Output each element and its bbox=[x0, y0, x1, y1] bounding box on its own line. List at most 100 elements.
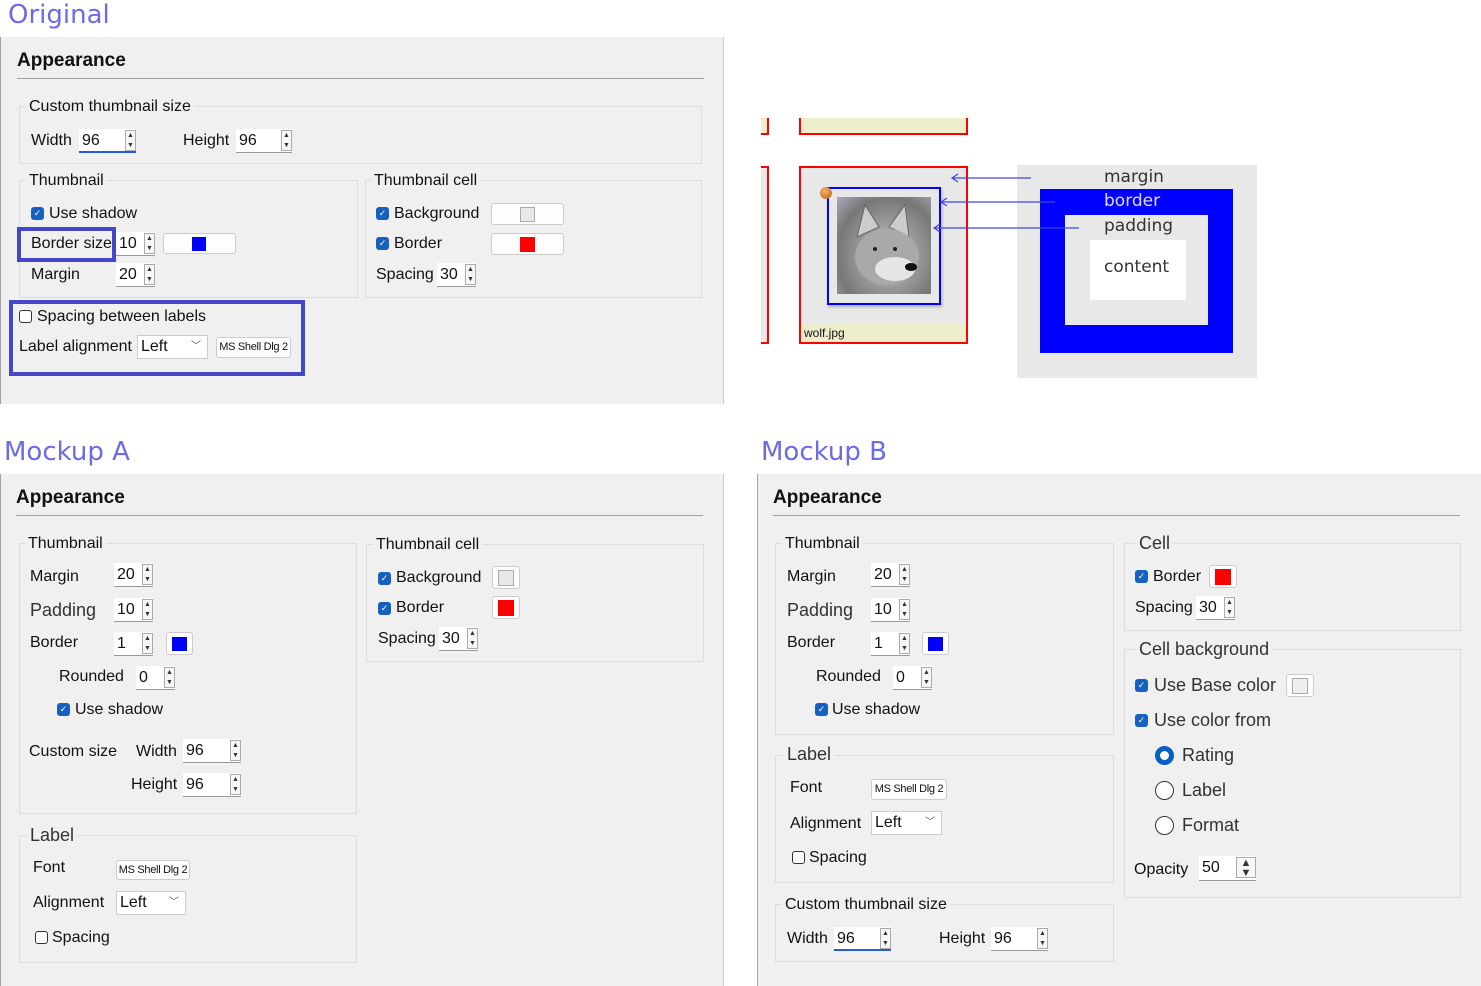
base-color-button[interactable] bbox=[1286, 674, 1314, 697]
divider bbox=[17, 78, 704, 79]
height-label: Height bbox=[131, 776, 178, 793]
neighbor-cell-left bbox=[761, 166, 769, 344]
spin-arrows[interactable]: ▲ ▼ bbox=[899, 599, 910, 620]
spacing-label: Spacing bbox=[809, 849, 867, 866]
border-label: Border bbox=[30, 634, 79, 651]
height-label: Height bbox=[939, 930, 986, 947]
use-color-from-checkbox[interactable]: ✓ bbox=[1135, 714, 1148, 727]
border-spinbox[interactable]: 1 ▲ ▼ bbox=[114, 632, 153, 656]
group-legend: Thumbnail bbox=[26, 172, 107, 190]
label-radio[interactable] bbox=[1155, 781, 1174, 800]
spin-arrows[interactable]: ▲ ▼ bbox=[281, 130, 292, 151]
font-button[interactable]: MS Shell Dlg 2 bbox=[216, 337, 291, 358]
background-color-button[interactable] bbox=[491, 203, 564, 225]
rating-radio[interactable] bbox=[1155, 746, 1174, 765]
font-button[interactable]: MS Shell Dlg 2 bbox=[116, 860, 190, 880]
spacing-between-labels-checkbox[interactable] bbox=[19, 310, 32, 323]
spin-arrows[interactable]: ▲ ▼ bbox=[144, 264, 155, 285]
background-checkbox[interactable]: ✓ bbox=[378, 572, 391, 585]
use-base-color-checkbox[interactable]: ✓ bbox=[1135, 679, 1148, 692]
spin-arrows[interactable]: ▲ ▼ bbox=[142, 599, 153, 620]
spacing-spinbox[interactable]: 30 ▲ ▼ bbox=[437, 263, 476, 287]
spin-value: 96 bbox=[239, 132, 257, 149]
opacity-spinbox[interactable]: 50 ▲ ▼ bbox=[1199, 856, 1256, 881]
spin-arrows[interactable]: ▲ ▼ bbox=[125, 130, 136, 151]
spin-arrows[interactable]: ▲ ▼ bbox=[467, 628, 478, 649]
use-shadow-checkbox[interactable]: ✓ bbox=[815, 703, 828, 716]
margin-spinbox[interactable]: 20 ▲ ▼ bbox=[871, 563, 910, 587]
rounded-spinbox[interactable]: 0 ▲ ▼ bbox=[893, 666, 932, 690]
group-legend: Custom thumbnail size bbox=[782, 896, 950, 914]
spin-arrows[interactable]: ▲ ▼ bbox=[230, 774, 241, 795]
spin-arrows[interactable]: ▲ ▼ bbox=[880, 928, 891, 949]
dropdown-value: Left bbox=[120, 894, 147, 911]
font-button[interactable]: MS Shell Dlg 2 bbox=[871, 779, 947, 800]
spacing-checkbox[interactable] bbox=[792, 851, 805, 864]
spin-value: 10 bbox=[119, 235, 137, 252]
border-spinbox[interactable]: 1 ▲ ▼ bbox=[871, 632, 910, 656]
background-color-button[interactable] bbox=[492, 566, 520, 589]
wolf-image bbox=[837, 197, 931, 294]
border-label: Border bbox=[396, 599, 445, 616]
spin-arrows[interactable]: ▲ ▼ bbox=[921, 667, 932, 688]
cell-border-color-button[interactable] bbox=[491, 233, 564, 255]
margin-arrow bbox=[950, 173, 1031, 183]
alignment-dropdown[interactable]: Left ﹀ bbox=[116, 891, 186, 915]
padding-spinbox[interactable]: 10 ▲ ▼ bbox=[871, 598, 910, 622]
spin-value: 20 bbox=[117, 566, 135, 583]
padding-spinbox[interactable]: 10 ▲ ▼ bbox=[114, 598, 153, 622]
heading-mockup-b: Mockup B bbox=[761, 437, 887, 467]
spin-arrows[interactable]: ▲ ▼ bbox=[144, 233, 155, 254]
cell-label: wolf.jpg bbox=[801, 324, 966, 342]
cell-border-color-button[interactable] bbox=[1209, 565, 1237, 588]
page-title: Appearance bbox=[17, 50, 126, 71]
rounded-spinbox[interactable]: 0 ▲ ▼ bbox=[136, 666, 175, 690]
spin-value: 96 bbox=[82, 132, 100, 149]
height-spinbox[interactable]: 96 ▲ ▼ bbox=[183, 773, 241, 797]
margin-spinbox[interactable]: 20 ▲ ▼ bbox=[114, 563, 153, 587]
use-shadow-checkbox[interactable]: ✓ bbox=[57, 703, 70, 716]
format-radio[interactable] bbox=[1155, 816, 1174, 835]
width-label: Width bbox=[31, 132, 72, 149]
label-alignment-dropdown[interactable]: Left ﹀ bbox=[137, 335, 208, 359]
spin-arrows[interactable]: ▲ ▼ bbox=[465, 264, 476, 285]
width-spinbox[interactable]: 96 ▲ ▼ bbox=[834, 927, 891, 951]
border-size-spinbox[interactable]: 10 ▲ ▼ bbox=[116, 232, 155, 256]
alignment-label: Alignment bbox=[33, 894, 105, 911]
height-spinbox[interactable]: 96 ▲ ▼ bbox=[991, 927, 1048, 951]
use-shadow-checkbox[interactable]: ✓ bbox=[31, 207, 44, 220]
use-shadow-label: Use shadow bbox=[832, 701, 921, 718]
color-swatch bbox=[498, 600, 514, 616]
height-spinbox[interactable]: 96 ▲ ▼ bbox=[236, 129, 292, 153]
spin-value: 50 bbox=[1202, 859, 1220, 876]
height-label: Height bbox=[183, 132, 230, 149]
spin-arrows[interactable]: ▲ ▼ bbox=[1236, 857, 1256, 879]
width-label: Width bbox=[787, 930, 828, 947]
cell-border-color-button[interactable] bbox=[492, 596, 520, 619]
width-spinbox[interactable]: 96 ▲ ▼ bbox=[79, 129, 136, 153]
spin-arrows[interactable]: ▲ ▼ bbox=[142, 633, 153, 654]
alignment-dropdown[interactable]: Left ﹀ bbox=[871, 811, 942, 835]
format-label: Format bbox=[1182, 815, 1240, 835]
border-color-button[interactable] bbox=[922, 632, 949, 655]
spacing-checkbox[interactable] bbox=[35, 931, 48, 944]
label-alignment-label: Label alignment bbox=[19, 338, 132, 355]
border-checkbox[interactable]: ✓ bbox=[376, 237, 389, 250]
border-checkbox[interactable]: ✓ bbox=[378, 602, 391, 615]
spin-arrows[interactable]: ▲ ▼ bbox=[142, 564, 153, 585]
border-checkbox[interactable]: ✓ bbox=[1135, 570, 1148, 583]
spin-arrows[interactable]: ▲ ▼ bbox=[1224, 597, 1235, 618]
border-color-button[interactable] bbox=[166, 632, 193, 655]
spin-arrows[interactable]: ▲ ▼ bbox=[164, 667, 175, 688]
spin-value: 30 bbox=[1199, 599, 1217, 616]
spacing-spinbox[interactable]: 30 ▲ ▼ bbox=[1196, 596, 1235, 620]
spin-arrows[interactable]: ▲ ▼ bbox=[230, 740, 241, 761]
width-spinbox[interactable]: 96 ▲ ▼ bbox=[183, 739, 241, 763]
margin-spinbox[interactable]: 20 ▲ ▼ bbox=[116, 263, 155, 287]
spacing-spinbox[interactable]: 30 ▲ ▼ bbox=[439, 627, 478, 651]
spin-arrows[interactable]: ▲ ▼ bbox=[899, 633, 910, 654]
background-checkbox[interactable]: ✓ bbox=[376, 207, 389, 220]
spin-arrows[interactable]: ▲ ▼ bbox=[899, 564, 910, 585]
border-color-button[interactable] bbox=[163, 233, 236, 254]
spin-arrows[interactable]: ▲ ▼ bbox=[1037, 928, 1048, 949]
